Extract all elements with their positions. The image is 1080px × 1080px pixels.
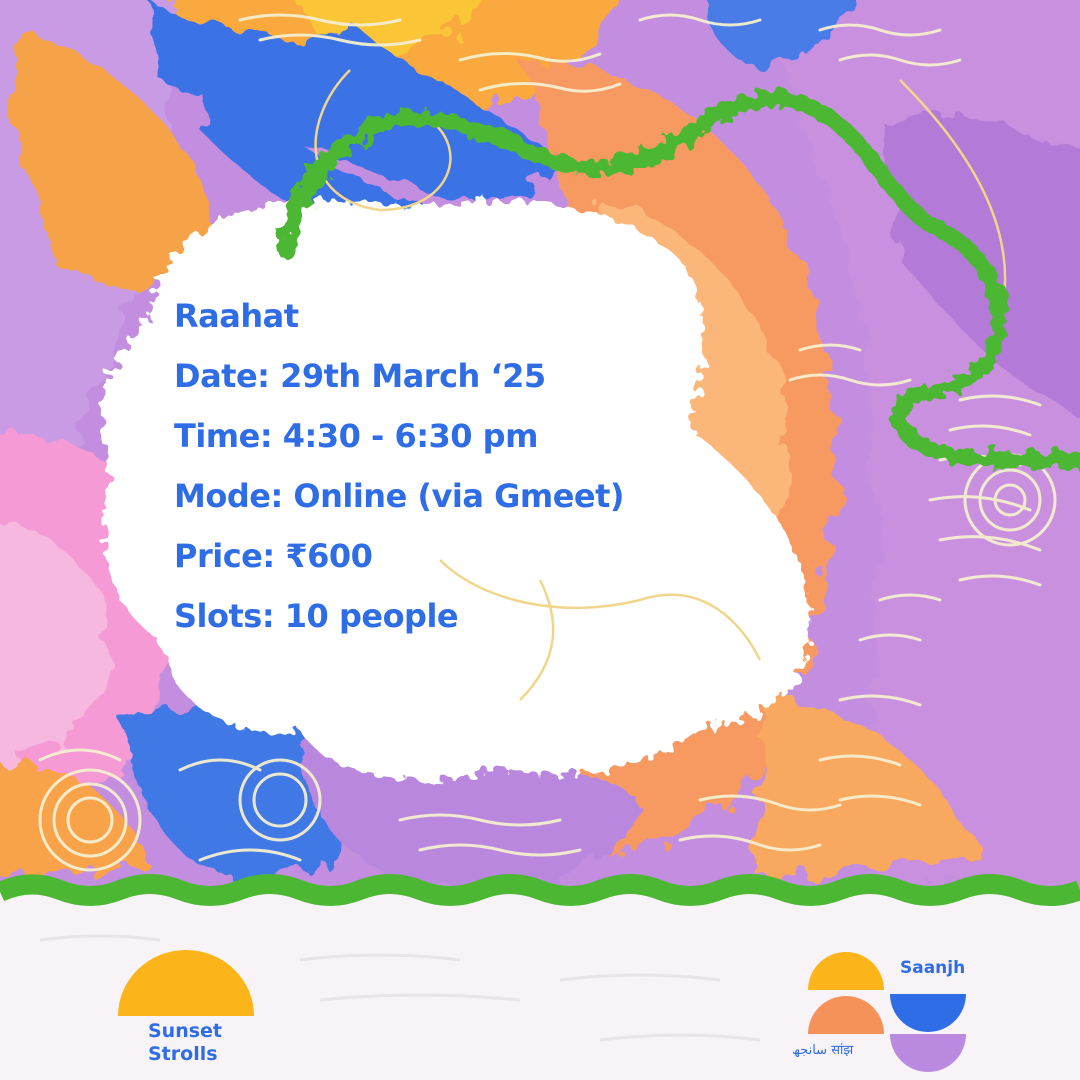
event-date: Date: 29th March ‘25 (174, 357, 546, 395)
event-title: Raahat (174, 297, 299, 335)
event-price: Price: ₹600 (174, 537, 373, 575)
event-slots: Slots: 10 people (174, 597, 459, 635)
saanjh-script-text: سانجھ सांझ (792, 1043, 854, 1058)
sunset-strolls-logo: Sunset Strolls (148, 1020, 222, 1066)
event-time: Time: 4:30 - 6:30 pm (174, 417, 538, 455)
event-details: Raahat Date: 29th March ‘25 Time: 4:30 -… (174, 286, 625, 646)
green-wave-border (0, 874, 1080, 906)
poster: Raahat Date: 29th March ‘25 Time: 4:30 -… (0, 0, 1080, 1080)
saanjh-name: Saanjh (900, 958, 966, 978)
sunset-strolls-line2: Strolls (148, 1043, 218, 1065)
event-mode: Mode: Online (via Gmeet) (174, 477, 625, 515)
sunset-strolls-line1: Sunset (148, 1020, 223, 1042)
